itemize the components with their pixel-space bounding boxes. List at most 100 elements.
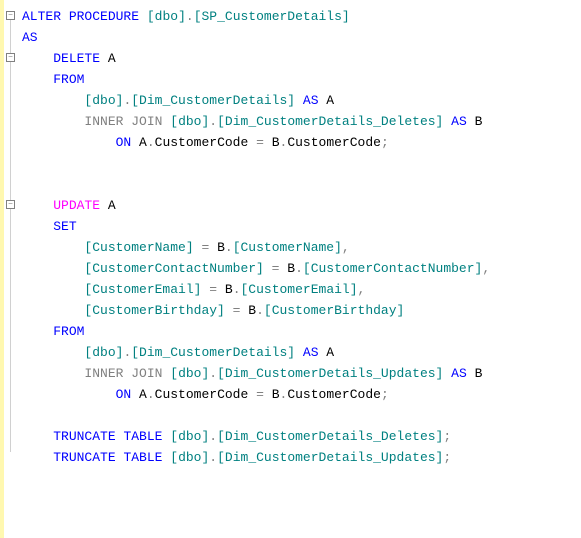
token: [CustomerContactNumber] [303, 261, 482, 276]
token: [Dim_CustomerDetails_Updates] [217, 450, 443, 465]
code-line[interactable]: FROM [22, 321, 581, 342]
fold-guide [10, 62, 11, 200]
token: . [209, 429, 217, 444]
token: . [256, 303, 264, 318]
token: . [147, 387, 155, 402]
code-line[interactable]: AS [22, 27, 581, 48]
token: FROM [53, 72, 84, 87]
code-line[interactable]: [CustomerBirthday] = B.[CustomerBirthday… [22, 300, 581, 321]
token: JOIN [131, 366, 162, 381]
token: A [100, 51, 116, 66]
token: UPDATE [53, 198, 100, 213]
token: [dbo] [84, 345, 123, 360]
token: , [482, 261, 490, 276]
token: A [319, 93, 335, 108]
token: A [131, 387, 147, 402]
token: TRUNCATE [53, 450, 115, 465]
token: A [131, 135, 147, 150]
code-line[interactable]: TRUNCATE TABLE [dbo].[Dim_CustomerDetail… [22, 447, 581, 468]
token: = [256, 387, 264, 402]
token [295, 345, 303, 360]
fold-toggle[interactable] [6, 200, 15, 209]
code-line[interactable]: UPDATE A [22, 195, 581, 216]
token: B [264, 387, 280, 402]
token: ; [443, 450, 451, 465]
token [139, 9, 147, 24]
token: CustomerCode [155, 135, 256, 150]
code-line[interactable]: [dbo].[Dim_CustomerDetails] AS A [22, 90, 581, 111]
token: [Dim_CustomerDetails] [131, 345, 295, 360]
code-line[interactable]: [dbo].[Dim_CustomerDetails] AS A [22, 342, 581, 363]
token: ; [381, 387, 389, 402]
token: . [186, 9, 194, 24]
token: . [295, 261, 303, 276]
code-line[interactable] [22, 153, 581, 174]
token: . [209, 450, 217, 465]
token: B [217, 282, 233, 297]
token: [CustomerName] [233, 240, 342, 255]
token: DELETE [53, 51, 100, 66]
fold-toggle[interactable] [6, 53, 15, 62]
token: [dbo] [170, 450, 209, 465]
token: B [240, 303, 256, 318]
token: ; [443, 429, 451, 444]
code-line[interactable] [22, 405, 581, 426]
code-line[interactable]: TRUNCATE TABLE [dbo].[Dim_CustomerDetail… [22, 426, 581, 447]
fold-toggle[interactable] [6, 11, 15, 20]
code-line[interactable]: ON A.CustomerCode = B.CustomerCode; [22, 132, 581, 153]
fold-guide [10, 209, 11, 452]
code-line[interactable]: [CustomerName] = B.[CustomerName], [22, 237, 581, 258]
token: FROM [53, 324, 84, 339]
token: ALTER [22, 9, 61, 24]
token: [CustomerContactNumber] [84, 261, 263, 276]
token: ON [116, 135, 132, 150]
token: [dbo] [147, 9, 186, 24]
token: , [358, 282, 366, 297]
token: AS [451, 366, 467, 381]
token: TABLE [123, 450, 162, 465]
token: = [256, 135, 264, 150]
token: [CustomerBirthday] [264, 303, 404, 318]
token: JOIN [131, 114, 162, 129]
token: CustomerCode [287, 135, 381, 150]
token: [dbo] [170, 114, 209, 129]
token: TRUNCATE [53, 429, 115, 444]
fold-gutter [4, 0, 20, 538]
token: [dbo] [170, 366, 209, 381]
token: [CustomerName] [84, 240, 193, 255]
code-line[interactable]: SET [22, 216, 581, 237]
token: = [209, 282, 217, 297]
token: [Dim_CustomerDetails] [131, 93, 295, 108]
token: . [147, 135, 155, 150]
token: TABLE [123, 429, 162, 444]
token [295, 93, 303, 108]
token: A [100, 198, 116, 213]
token: B [209, 240, 225, 255]
token: ; [381, 135, 389, 150]
token: B [264, 135, 280, 150]
code-editor[interactable]: ALTER PROCEDURE [dbo].[SP_CustomerDetail… [20, 0, 581, 538]
code-line[interactable]: INNER JOIN [dbo].[Dim_CustomerDetails_Up… [22, 363, 581, 384]
code-line[interactable]: ALTER PROCEDURE [dbo].[SP_CustomerDetail… [22, 6, 581, 27]
code-line[interactable]: [CustomerEmail] = B.[CustomerEmail], [22, 279, 581, 300]
token: INNER [84, 366, 123, 381]
token: . [209, 114, 217, 129]
token [443, 114, 451, 129]
token: [SP_CustomerDetails] [194, 9, 350, 24]
code-line[interactable]: [CustomerContactNumber] = B.[CustomerCon… [22, 258, 581, 279]
token [264, 261, 272, 276]
token: AS [22, 30, 38, 45]
fold-guide [10, 20, 11, 53]
token: B [279, 261, 295, 276]
code-line[interactable] [22, 174, 581, 195]
token: CustomerCode [155, 387, 256, 402]
token: AS [303, 345, 319, 360]
token: ON [116, 387, 132, 402]
code-line[interactable]: ON A.CustomerCode = B.CustomerCode; [22, 384, 581, 405]
code-line[interactable]: FROM [22, 69, 581, 90]
code-line[interactable]: DELETE A [22, 48, 581, 69]
code-line[interactable]: INNER JOIN [dbo].[Dim_CustomerDetails_De… [22, 111, 581, 132]
token: CustomerCode [287, 387, 381, 402]
token: [Dim_CustomerDetails_Deletes] [217, 429, 443, 444]
token [225, 303, 233, 318]
